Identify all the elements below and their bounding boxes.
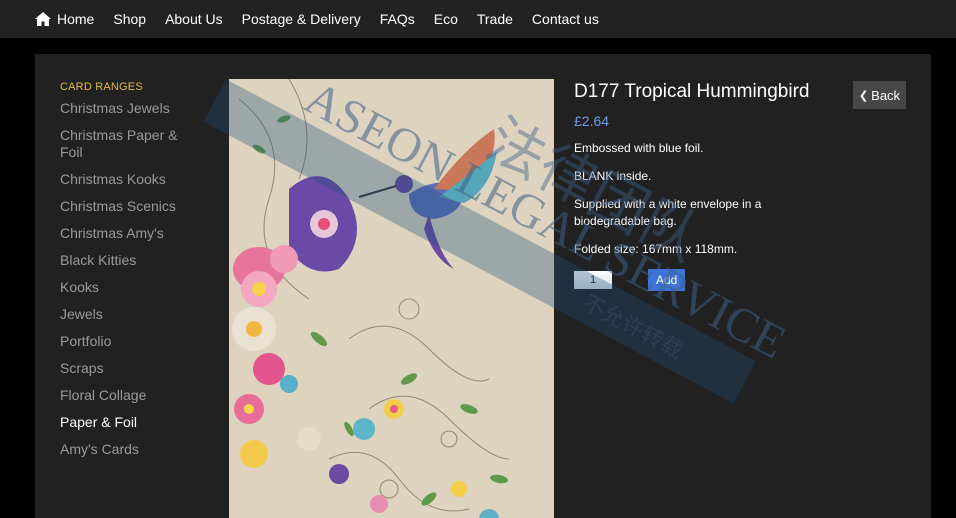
sidebar-item-christmas-amys[interactable]: Christmas Amy's	[60, 225, 190, 242]
buy-row: Add	[574, 269, 814, 291]
nav-about-us[interactable]: About Us	[165, 11, 223, 27]
sidebar-item-kooks[interactable]: Kooks	[60, 279, 190, 296]
sidebar-item-christmas-jewels[interactable]: Christmas Jewels	[60, 100, 190, 117]
nav-contact-us[interactable]: Contact us	[532, 11, 599, 27]
product-description-envelope: Supplied with a white envelope in a biod…	[574, 197, 762, 228]
home-icon	[35, 12, 51, 26]
sidebar-item-portfolio[interactable]: Portfolio	[60, 333, 190, 350]
back-button[interactable]: ❮ Back	[853, 81, 906, 109]
nav-shop[interactable]: Shop	[113, 11, 146, 27]
quantity-input[interactable]	[574, 271, 612, 289]
card-ranges-sidebar: CARD RANGES Christmas Jewels Christmas P…	[60, 81, 190, 468]
sidebar-item-christmas-kooks[interactable]: Christmas Kooks	[60, 171, 190, 188]
product-title: D177 Tropical Hummingbird	[574, 81, 810, 102]
nav-postage-delivery[interactable]: Postage & Delivery	[242, 11, 361, 27]
product-description-foil: Embossed with blue foil.	[574, 141, 704, 155]
sidebar-item-jewels[interactable]: Jewels	[60, 306, 190, 323]
product-description-inside: BLANK inside.	[574, 169, 652, 183]
sidebar-item-amys-cards[interactable]: Amy's Cards	[60, 441, 190, 458]
nav-home[interactable]: Home	[35, 11, 94, 27]
nav-eco[interactable]: Eco	[434, 11, 458, 27]
top-navigation: Home Shop About Us Postage & Delivery FA…	[0, 0, 956, 38]
chevron-left-icon: ❮	[858, 89, 869, 102]
product-description-size: Folded size: 167mm x 118mm.	[574, 242, 738, 256]
sidebar-item-floral-collage[interactable]: Floral Collage	[60, 387, 190, 404]
sidebar-item-christmas-scenics[interactable]: Christmas Scenics	[60, 198, 190, 215]
sidebar-heading: CARD RANGES	[60, 81, 143, 93]
hummingbird-card-illustration	[229, 79, 554, 518]
back-label: Back	[871, 87, 901, 103]
sidebar-item-scraps[interactable]: Scraps	[60, 360, 190, 377]
nav-faqs[interactable]: FAQs	[380, 11, 415, 27]
sidebar-item-christmas-paper-foil[interactable]: Christmas Paper & Foil	[60, 127, 190, 161]
product-details: D177 Tropical Hummingbird £2.64 Embossed…	[574, 79, 814, 291]
sidebar-item-paper-foil[interactable]: Paper & Foil	[60, 414, 190, 431]
nav-trade[interactable]: Trade	[477, 11, 513, 27]
product-price: £2.64	[574, 113, 610, 129]
product-panel: CARD RANGES Christmas Jewels Christmas P…	[35, 54, 931, 518]
nav-home-label: Home	[57, 11, 95, 27]
product-image	[229, 79, 554, 518]
add-to-cart-button[interactable]: Add	[648, 269, 686, 291]
sidebar-item-black-kitties[interactable]: Black Kitties	[60, 252, 190, 269]
